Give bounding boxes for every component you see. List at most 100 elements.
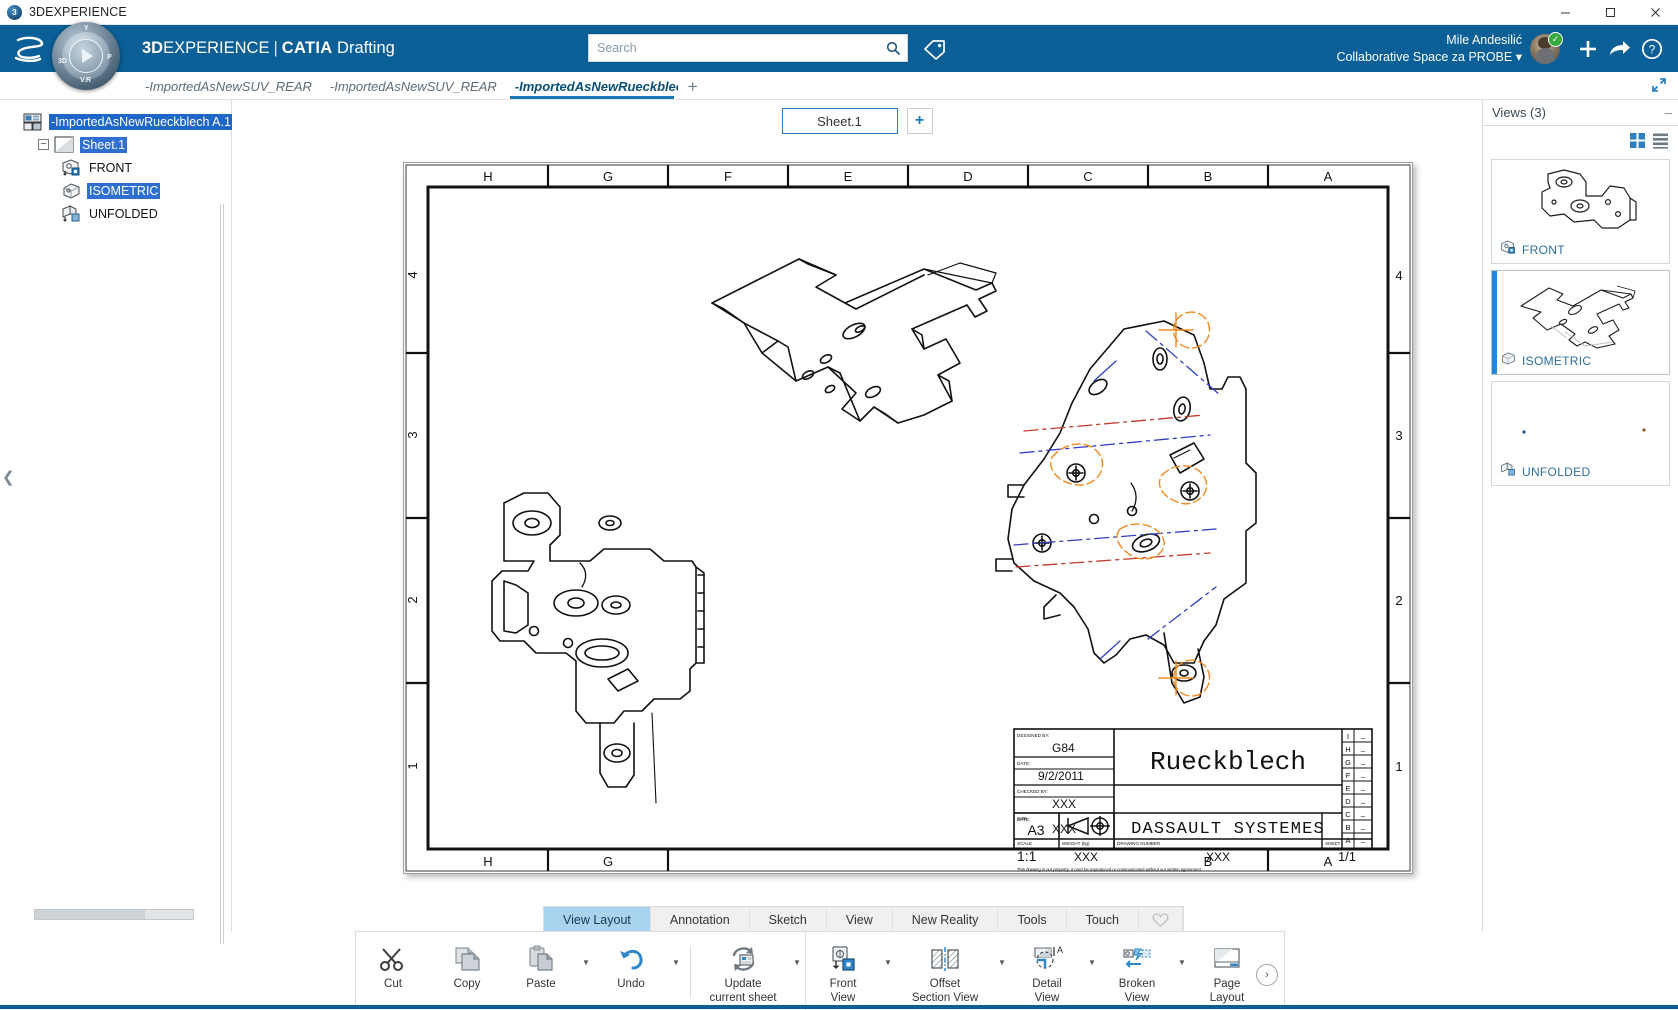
paste-dropdown-caret-icon[interactable]: ▼	[578, 936, 594, 1006]
ribbon-tab-tools[interactable]: Tools	[998, 907, 1066, 932]
drawing-canvas[interactable]: Sheet.1 +	[232, 100, 1482, 932]
detail-view-button[interactable]: A Detail View	[1010, 936, 1084, 1006]
tb-part-name: Rueckblech	[1150, 747, 1306, 777]
svg-text:2: 2	[405, 596, 420, 603]
add-sheet-icon[interactable]: +	[907, 108, 933, 134]
tb-designed-by-value: G84	[1052, 741, 1075, 755]
compass-widget[interactable]: Y 3D P V.R	[52, 22, 120, 90]
ribbon-body: Cut Copy	[355, 931, 1285, 1009]
collapse-left-icon[interactable]: ❮	[2, 468, 15, 486]
ribbon-tab-sketch[interactable]: Sketch	[750, 907, 827, 932]
view-card-front[interactable]: FRONT	[1491, 159, 1670, 264]
tree-front-label[interactable]: FRONT	[87, 160, 134, 176]
heart-chevron-icon[interactable]	[1139, 907, 1183, 932]
offset-section-dropdown-caret-icon[interactable]: ▼	[994, 936, 1010, 1006]
view-card-isometric[interactable]: ISOMETRIC	[1491, 270, 1670, 375]
drawing-root-icon	[22, 112, 44, 131]
help-icon[interactable]: ?	[1636, 25, 1668, 72]
document-tab-1[interactable]: -ImportedAsNewSUV_REAR	[136, 79, 321, 99]
paste-icon	[526, 942, 556, 975]
ribbon-tab-annotation[interactable]: Annotation	[651, 907, 750, 932]
specification-tree: -ImportedAsNewRueckblech A.1 − Sheet.1	[0, 100, 231, 225]
ribbon-tab-view[interactable]: View	[827, 907, 893, 932]
view-card-isometric-footer: ISOMETRIC	[1492, 351, 1669, 371]
view-card-unfolded[interactable]: UNFOLDED	[1491, 381, 1670, 486]
broken-view-icon	[1121, 942, 1153, 975]
minimize-button[interactable]	[1543, 0, 1588, 24]
cut-button[interactable]: Cut	[356, 936, 430, 1006]
ribbon-tab-touch[interactable]: Touch	[1067, 907, 1139, 932]
copy-icon	[452, 942, 482, 975]
tree-expander-sheet[interactable]: −	[38, 139, 49, 150]
tree-item-front[interactable]: FRONT	[22, 156, 231, 179]
tag-icon[interactable]	[920, 35, 950, 63]
svg-text:G: G	[1345, 758, 1351, 767]
3ds-app-icon: 3	[7, 5, 22, 20]
offset-section-view-button[interactable]: Offset Section View	[896, 936, 994, 1006]
ribbon-tab-view-layout[interactable]: View Layout	[544, 907, 651, 932]
detail-view-dropdown-caret-icon[interactable]: ▼	[1084, 936, 1100, 1006]
maximize-button[interactable]	[1588, 0, 1633, 24]
tree-panel-splitter[interactable]	[220, 204, 224, 944]
compass-play-button[interactable]	[69, 39, 103, 73]
front-view-dropdown-caret-icon[interactable]: ▼	[880, 936, 896, 1006]
sheet-tab[interactable]: Sheet.1	[782, 108, 898, 134]
tb-size-label: SIZE	[1017, 816, 1027, 821]
tb-designed-date-label: DATE:	[1017, 761, 1030, 766]
broken-view-label: Broken View	[1119, 978, 1155, 1006]
tb-company: DASSAULT SYSTEMES	[1131, 820, 1325, 839]
avatar[interactable]: ✓	[1530, 34, 1560, 64]
view-card-front-footer: FRONT	[1492, 240, 1669, 260]
search-icon[interactable]	[879, 41, 907, 56]
tree-item-isometric[interactable]: ISOMETRIC	[22, 179, 231, 202]
tree-item-root[interactable]: -ImportedAsNewRueckblech A.1	[22, 110, 231, 133]
ribbon-accent-bar	[0, 1005, 1678, 1009]
tb-checked-by-value: XXX	[1052, 797, 1076, 811]
broken-view-button[interactable]: Broken View	[1100, 936, 1174, 1006]
undo-button[interactable]: Undo	[594, 936, 668, 1006]
list-view-icon[interactable]	[1651, 131, 1670, 150]
page-layout-icon	[1211, 942, 1243, 975]
collaborative-space-label: Collaborative Space za PROBE	[1336, 50, 1512, 64]
add-button[interactable]	[1572, 25, 1604, 72]
new-tab-button[interactable]: +	[678, 77, 708, 99]
undo-dropdown-caret-icon[interactable]: ▼	[668, 936, 684, 1006]
app-name-bold: CATIA	[282, 39, 333, 57]
document-tab-2[interactable]: -ImportedAsNewSUV_REAR	[321, 79, 506, 99]
update-current-sheet-button[interactable]: Update current sheet	[697, 936, 789, 1006]
paste-button[interactable]: Paste	[504, 936, 578, 1006]
ribbon-tab-new-reality[interactable]: New Reality	[893, 907, 999, 932]
grid-view-icon[interactable]	[1628, 131, 1647, 150]
title-separator: |	[273, 39, 277, 57]
search-box[interactable]	[588, 34, 908, 62]
svg-text:A: A	[1057, 945, 1063, 955]
tree-isometric-label[interactable]: ISOMETRIC	[87, 183, 160, 199]
update-dropdown-caret-icon[interactable]: ▼	[789, 936, 805, 1006]
broken-view-dropdown-caret-icon[interactable]: ▼	[1174, 936, 1190, 1006]
front-view-button[interactable]: Front View	[806, 936, 880, 1006]
chevron-down-icon[interactable]: ▾	[1516, 50, 1522, 64]
tree-sheet-label[interactable]: Sheet.1	[80, 137, 127, 153]
document-tab-3[interactable]: -ImportedAsNewRueckblech	[506, 79, 678, 99]
unfolded-view-icon	[1500, 462, 1516, 482]
isometric-view-icon	[1500, 351, 1516, 371]
drawing-sheet[interactable]: HGF EDC BA HG BA 4 3 2 1 43 21	[403, 162, 1413, 874]
tree-item-sheet[interactable]: − Sheet.1	[22, 133, 231, 156]
dassault-systemes-logo-icon[interactable]	[0, 25, 58, 72]
collaborative-space-selector[interactable]: Collaborative Space za PROBE ▾	[1336, 49, 1522, 66]
minimize-panel-icon[interactable]: –	[1665, 105, 1672, 120]
tree-root-label[interactable]: -ImportedAsNewRueckblech A.1	[49, 114, 233, 130]
expand-collapse-icon[interactable]	[1650, 76, 1668, 94]
ribbon-more-button[interactable]: ›	[1256, 964, 1278, 986]
search-input[interactable]	[589, 35, 879, 61]
check-badge-icon: ✓	[1548, 32, 1563, 47]
tree-item-unfolded[interactable]: UNFOLDED	[22, 202, 231, 225]
share-icon[interactable]	[1604, 25, 1636, 72]
user-name: Mile Andesilić	[1336, 32, 1522, 49]
tree-unfolded-label[interactable]: UNFOLDED	[87, 206, 160, 222]
page-layout-button[interactable]: Page Layout	[1190, 936, 1264, 1006]
view-card-front-thumbnail	[1492, 160, 1669, 240]
compass-label-w: 3D	[58, 58, 67, 65]
close-button[interactable]	[1633, 0, 1678, 24]
copy-button[interactable]: Copy	[430, 936, 504, 1006]
